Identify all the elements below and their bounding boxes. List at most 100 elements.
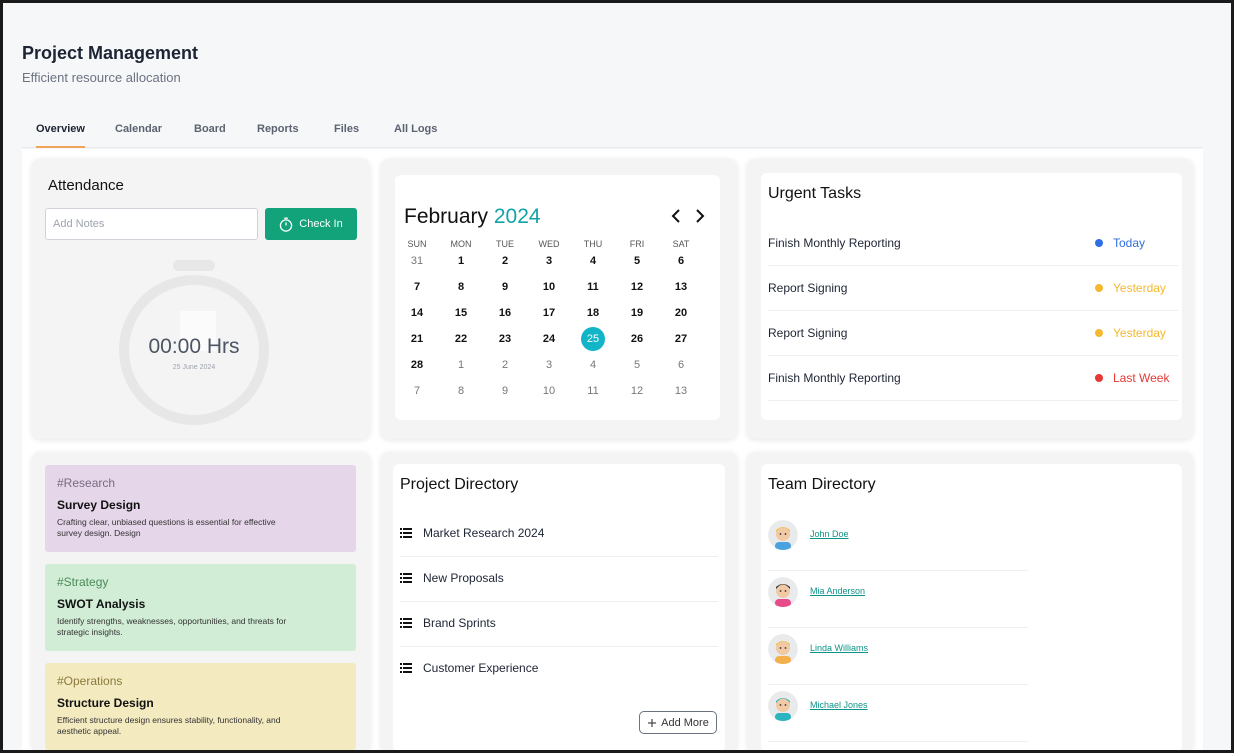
calendar-day[interactable]: 4: [581, 353, 605, 377]
task-row[interactable]: Report Signing Yesterday: [768, 311, 1178, 356]
calendar-day[interactable]: 13: [669, 275, 693, 299]
task-row[interactable]: Finish Monthly Reporting Today: [768, 221, 1178, 266]
calendar-day[interactable]: 31: [405, 249, 429, 273]
project-name: New Proposals: [423, 571, 504, 585]
calendar-day[interactable]: 6: [669, 249, 693, 273]
note-description: Efficient structure design ensures stabi…: [57, 715, 281, 736]
overview-workspace: Attendance Check In 00:00 Hrs 25 June 20…: [22, 149, 1203, 750]
urgent-tasks-card: Urgent Tasks Finish Monthly Reporting To…: [761, 173, 1182, 420]
calendar-day[interactable]: 1: [449, 353, 473, 377]
calendar-day[interactable]: 22: [449, 327, 473, 351]
calendar-day[interactable]: 23: [493, 327, 517, 351]
add-notes-input[interactable]: [45, 208, 258, 240]
task-due: Last Week: [1113, 371, 1170, 385]
tab-calendar[interactable]: Calendar: [115, 123, 162, 135]
calendar-day[interactable]: 9: [493, 275, 517, 299]
calendar-day[interactable]: 21: [405, 327, 429, 351]
urgent-tasks-panel: Urgent Tasks Finish Monthly Reporting To…: [747, 159, 1193, 439]
calendar-day[interactable]: 28: [405, 353, 429, 377]
calendar-day[interactable]: 3: [537, 249, 561, 273]
member-name-link[interactable]: John Doe: [810, 529, 849, 539]
page-subtitle: Efficient resource allocation: [22, 70, 181, 85]
calendar-day[interactable]: 14: [405, 301, 429, 325]
tab-reports[interactable]: Reports: [257, 123, 299, 135]
task-row[interactable]: Finish Monthly Reporting Last Week: [768, 356, 1178, 401]
calendar-day[interactable]: 24: [537, 327, 561, 351]
check-in-button[interactable]: Check In: [265, 208, 357, 240]
note-card-operations[interactable]: #Operations Structure Design Efficient s…: [45, 663, 356, 750]
calendar-day[interactable]: 17: [537, 301, 561, 325]
project-name: Market Research 2024: [423, 526, 545, 540]
calendar-day[interactable]: 12: [625, 379, 649, 403]
task-due: Yesterday: [1113, 281, 1166, 295]
note-title: Survey Design: [57, 498, 141, 512]
add-more-button[interactable]: Add More: [639, 711, 717, 734]
plus-icon: [648, 718, 657, 727]
member-name-link[interactable]: Michael Jones: [810, 700, 868, 710]
calendar-day[interactable]: 6: [669, 353, 693, 377]
calendar-day[interactable]: 8: [449, 275, 473, 299]
calendar-day[interactable]: 19: [625, 301, 649, 325]
tab-board[interactable]: Board: [194, 123, 226, 135]
next-month-button[interactable]: [691, 206, 707, 226]
task-name: Report Signing: [768, 326, 848, 340]
calendar-day[interactable]: 18: [581, 301, 605, 325]
team-member-row: John Doe: [768, 514, 1028, 571]
calendar-day[interactable]: 3: [537, 353, 561, 377]
calendar-day[interactable]: 8: [449, 379, 473, 403]
team-directory-card: Team Directory John Doe Mia Anderson Linda…: [761, 464, 1182, 750]
tab-files[interactable]: Files: [334, 123, 359, 135]
task-due: Today: [1113, 236, 1146, 250]
task-row[interactable]: Report Signing Yesterday: [768, 266, 1178, 311]
project-item[interactable]: New Proposals: [400, 557, 718, 602]
note-card-strategy[interactable]: #Strategy SWOT Analysis Identify strengt…: [45, 564, 356, 651]
attendance-title: Attendance: [48, 177, 124, 194]
calendar-day[interactable]: 16: [493, 301, 517, 325]
task-name: Finish Monthly Reporting: [768, 371, 901, 385]
calendar-day[interactable]: 15: [449, 301, 473, 325]
project-item[interactable]: Customer Experience: [400, 647, 718, 692]
calendar-day[interactable]: 7: [405, 275, 429, 299]
calendar-day[interactable]: 12: [625, 275, 649, 299]
calendar-day[interactable]: 9: [493, 379, 517, 403]
member-name-link[interactable]: Linda Williams: [810, 643, 868, 653]
notes-panel: #Research Survey Design Crafting clear, …: [32, 452, 370, 750]
project-item[interactable]: Market Research 2024: [400, 512, 718, 557]
calendar-day[interactable]: 5: [625, 249, 649, 273]
calendar-day[interactable]: 20: [669, 301, 693, 325]
calendar-day[interactable]: 1: [449, 249, 473, 273]
calendar-year: 2024: [493, 205, 541, 228]
calendar-day[interactable]: 26: [625, 327, 649, 351]
calendar-day[interactable]: 7: [405, 379, 429, 403]
calendar-panel: February 2024 SUN MON TUE WED THU FRI SAT 31 1 2 3…: [381, 159, 737, 439]
tab-overview[interactable]: Overview: [36, 123, 85, 135]
calendar-day[interactable]: 2: [493, 353, 517, 377]
calendar-day[interactable]: 11: [581, 379, 605, 403]
note-tag: #Strategy: [57, 575, 109, 589]
calendar-day[interactable]: 10: [537, 379, 561, 403]
weekday-label: SUN: [407, 239, 427, 249]
prev-month-button[interactable]: [669, 206, 685, 226]
note-card-research[interactable]: #Research Survey Design Crafting clear, …: [45, 465, 356, 552]
member-name-link[interactable]: Mia Anderson: [810, 586, 865, 596]
task-name: Finish Monthly Reporting: [768, 236, 901, 250]
note-tag: #Operations: [57, 674, 123, 688]
calendar-day[interactable]: 11: [581, 275, 605, 299]
calendar-day-selected[interactable]: 25: [581, 327, 605, 351]
note-title: SWOT Analysis: [57, 597, 146, 611]
project-item[interactable]: Brand Sprints: [400, 602, 718, 647]
weekday-label: FRI: [629, 239, 645, 249]
team-directory-title: Team Directory: [768, 476, 876, 493]
weekday-label: MON: [450, 239, 472, 249]
status-dot: [1095, 329, 1103, 337]
task-due: Yesterday: [1113, 326, 1166, 340]
note-description: Crafting clear, unbiased questions is es…: [57, 517, 276, 538]
calendar-day[interactable]: 5: [625, 353, 649, 377]
app-window: Project Management Efficient resource al…: [3, 3, 1231, 750]
calendar-day[interactable]: 27: [669, 327, 693, 351]
calendar-day[interactable]: 4: [581, 249, 605, 273]
calendar-day[interactable]: 10: [537, 275, 561, 299]
calendar-day[interactable]: 13: [669, 379, 693, 403]
calendar-day[interactable]: 2: [493, 249, 517, 273]
tab-all-logs[interactable]: All Logs: [394, 123, 437, 135]
